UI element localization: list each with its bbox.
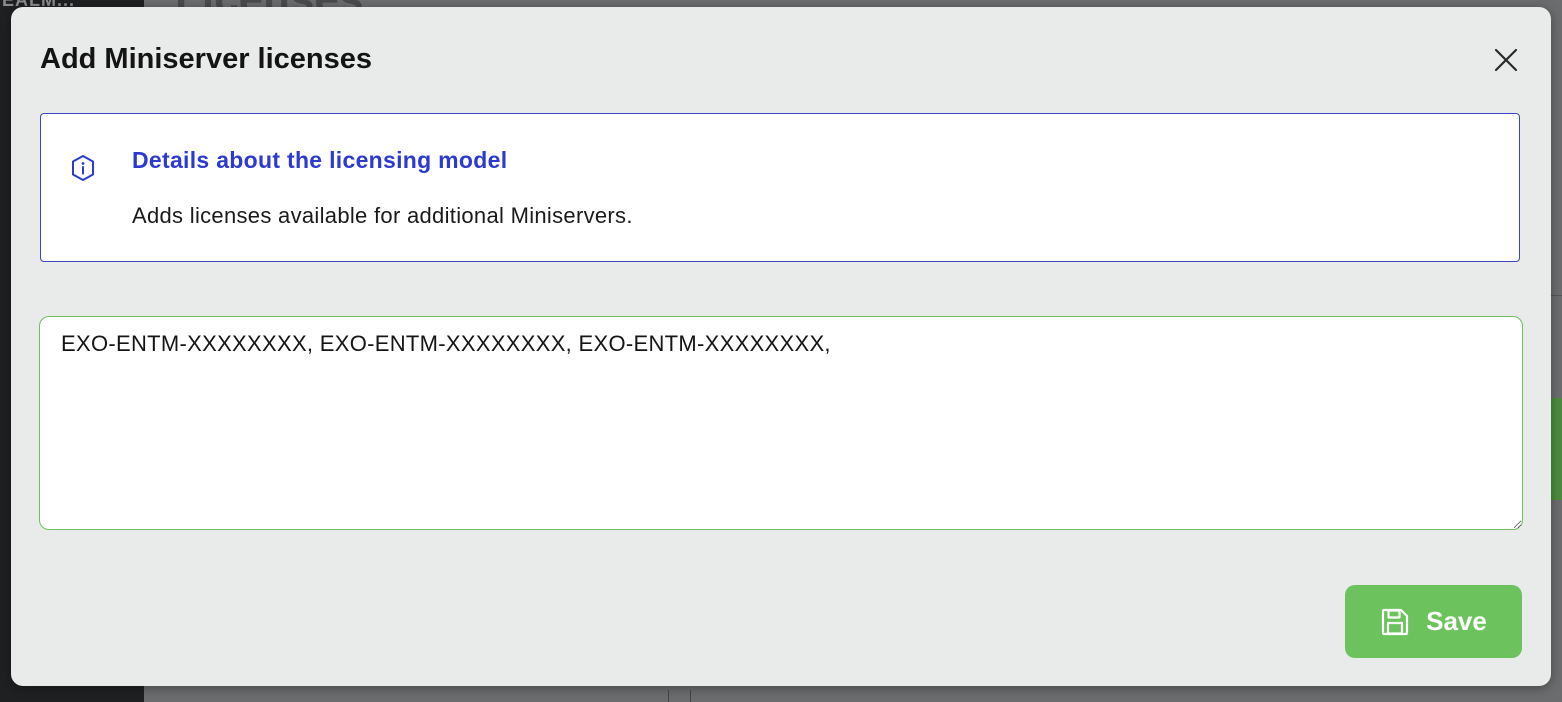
dialog-title: Add Miniserver licenses — [40, 43, 373, 75]
close-icon — [1494, 48, 1518, 72]
info-callout: Details about the licensing model Adds l… — [40, 113, 1520, 262]
close-button[interactable] — [1489, 43, 1523, 77]
info-title: Details about the licensing model — [132, 147, 508, 173]
floppy-disk-icon — [1382, 608, 1409, 635]
info-icon — [72, 155, 94, 181]
info-description: Adds licenses available for additional M… — [132, 203, 633, 228]
save-button[interactable]: Save — [1345, 585, 1522, 658]
add-licenses-dialog: Add Miniserver licenses Details about th… — [11, 7, 1551, 686]
license-keys-input[interactable] — [39, 316, 1523, 530]
background-divider-2 — [690, 690, 691, 702]
save-button-label: Save — [1426, 606, 1487, 636]
background-divider-1 — [668, 690, 669, 702]
